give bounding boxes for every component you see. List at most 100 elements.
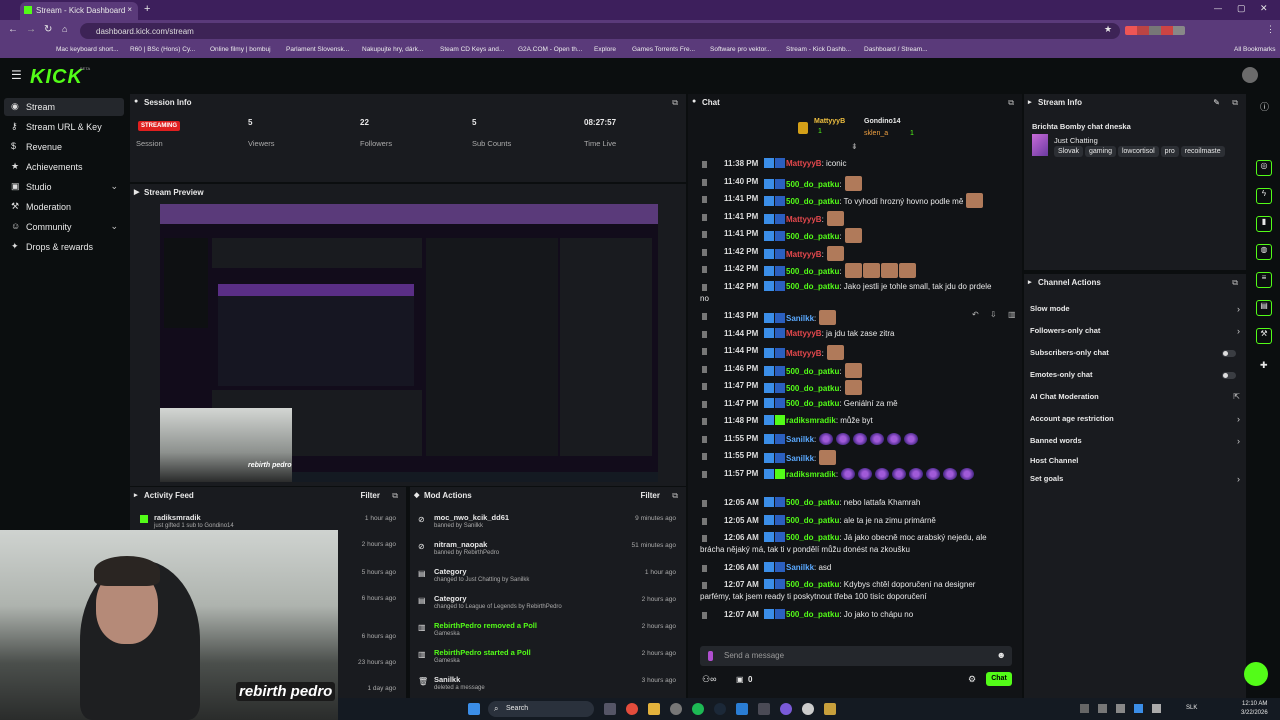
channel-action-emotes-only[interactable]: Emotes-only chat bbox=[1024, 370, 1246, 384]
sidebar-item-stream-url-key[interactable]: ⚷ Stream URL & Key bbox=[4, 118, 124, 136]
windows-start-icon[interactable] bbox=[468, 703, 480, 715]
message-menu-icon[interactable] bbox=[702, 213, 707, 221]
message-menu-icon[interactable] bbox=[702, 453, 707, 460]
message-menu-icon[interactable] bbox=[702, 266, 707, 273]
minimize-button[interactable]: — bbox=[1214, 4, 1222, 13]
bookmark-item[interactable]: Nakupujte hry, dárk... bbox=[362, 46, 423, 53]
message-menu-icon[interactable] bbox=[702, 535, 707, 542]
message-username[interactable]: 500_do_patku bbox=[786, 197, 839, 206]
add-tool-icon[interactable]: ✚ bbox=[1260, 360, 1268, 371]
chat-input[interactable]: Send a message ☻ bbox=[700, 646, 1012, 666]
message-username[interactable]: MattyyyB bbox=[786, 349, 822, 358]
delete-icon[interactable]: ▥ bbox=[1008, 310, 1016, 319]
avatar[interactable] bbox=[1242, 67, 1258, 83]
edit-icon[interactable]: ✎ bbox=[1213, 98, 1220, 107]
emoji-icon[interactable]: ☻ bbox=[997, 650, 1006, 660]
stats-tool-icon[interactable]: ▤ bbox=[1256, 300, 1272, 316]
sidebar-item-moderation[interactable]: ⚒ Moderation bbox=[4, 198, 124, 216]
explorer-icon[interactable] bbox=[648, 703, 660, 715]
sidebar-item-revenue[interactable]: $ Revenue bbox=[4, 138, 124, 156]
all-bookmarks[interactable]: All Bookmarks bbox=[1234, 46, 1276, 53]
message-menu-icon[interactable] bbox=[702, 582, 707, 589]
message-menu-icon[interactable] bbox=[702, 248, 707, 256]
sidebar-item-achievements[interactable]: ★ Achievements bbox=[4, 158, 124, 176]
channel-action-account-age[interactable]: Account age restriction › bbox=[1024, 414, 1246, 428]
message-menu-icon[interactable] bbox=[702, 435, 707, 443]
browser-tab[interactable]: Stream - Kick Dashboard × bbox=[20, 2, 138, 20]
tag[interactable]: gaming bbox=[1085, 146, 1116, 157]
message-username[interactable]: MattyyyB bbox=[786, 329, 822, 338]
chat-tool-icon[interactable]: ◍ bbox=[1256, 244, 1272, 260]
message-username[interactable]: Sanilkk bbox=[786, 454, 814, 463]
info-icon[interactable]: ⓘ bbox=[1260, 100, 1269, 113]
message-username[interactable]: 500_do_patku bbox=[786, 367, 839, 376]
message-menu-icon[interactable] bbox=[702, 500, 707, 507]
app-icon[interactable] bbox=[824, 703, 836, 715]
message-menu-icon[interactable] bbox=[702, 178, 707, 186]
chrome-icon[interactable] bbox=[626, 703, 638, 715]
message-menu-icon[interactable] bbox=[702, 611, 707, 619]
message-username[interactable]: Sanilkk bbox=[786, 435, 814, 444]
tag[interactable]: lowcortisol bbox=[1117, 146, 1159, 157]
message-menu-icon[interactable] bbox=[702, 283, 707, 291]
spotify-icon[interactable] bbox=[692, 703, 704, 715]
message-username[interactable]: 500_do_patku bbox=[786, 498, 839, 507]
app-icon[interactable] bbox=[758, 703, 770, 715]
bookmark-item[interactable]: Parlament Slovensk... bbox=[286, 46, 349, 53]
channel-action-banned-words[interactable]: Banned words › bbox=[1024, 436, 1246, 450]
kick-logo[interactable]: KICK bbox=[30, 66, 83, 89]
message-menu-icon[interactable] bbox=[702, 313, 707, 320]
bookmark-item[interactable]: Steam CD Keys and... bbox=[440, 46, 504, 53]
hamburger-menu-icon[interactable]: ☰ bbox=[11, 68, 22, 82]
chat-send-button[interactable]: Chat bbox=[986, 672, 1012, 686]
home-icon[interactable]: ⌂ bbox=[62, 24, 67, 34]
bookmark-item[interactable]: Games Torrents Fre... bbox=[632, 46, 695, 53]
tab-close-icon[interactable]: × bbox=[127, 5, 132, 14]
camera-tool-icon[interactable]: ◎ bbox=[1256, 160, 1272, 176]
message-username[interactable]: radiksmradik bbox=[786, 470, 836, 479]
new-tab-button[interactable]: + bbox=[144, 3, 150, 15]
bookmark-item[interactable]: Dashboard / Stream... bbox=[864, 46, 928, 53]
tag[interactable]: Slovak bbox=[1054, 146, 1084, 157]
maximize-button[interactable]: ▢ bbox=[1237, 3, 1246, 14]
bookmark-item[interactable]: G2A.COM - Open th... bbox=[518, 46, 582, 53]
bookmark-star-icon[interactable]: ★ bbox=[1104, 24, 1112, 35]
reply-icon[interactable]: ↶ bbox=[972, 310, 979, 319]
channel-action-subscribers-only[interactable]: Subscribers-only chat bbox=[1024, 348, 1246, 362]
bookmark-item[interactable]: Online filmy | bombuj bbox=[210, 46, 271, 53]
channel-action-slow-mode[interactable]: Slow mode › bbox=[1024, 304, 1246, 318]
store-icon[interactable] bbox=[736, 703, 748, 715]
message-username[interactable]: 500_do_patku bbox=[786, 610, 839, 619]
popout-icon[interactable]: ⧉ bbox=[672, 491, 678, 501]
popout-icon[interactable]: ⧉ bbox=[392, 491, 398, 501]
message-username[interactable]: radiksmradik bbox=[786, 416, 836, 425]
url-field[interactable]: dashboard.kick.com/stream bbox=[80, 23, 1120, 39]
popout-icon[interactable]: ⧉ bbox=[1008, 98, 1014, 108]
popout-icon[interactable]: ⧉ bbox=[1232, 278, 1238, 288]
message-username[interactable]: Sanilkk bbox=[786, 563, 814, 572]
filter-button[interactable]: Filter bbox=[640, 491, 660, 500]
message-username[interactable]: MattyyyB bbox=[786, 215, 822, 224]
message-menu-icon[interactable] bbox=[702, 365, 707, 373]
filter-button[interactable]: Filter bbox=[360, 491, 380, 500]
message-username[interactable]: 500_do_patku bbox=[786, 180, 839, 189]
bookmark-item[interactable]: Mac keyboard short... bbox=[56, 46, 119, 53]
message-menu-icon[interactable] bbox=[702, 231, 707, 238]
stream-preview-video[interactable]: rebirth pedro bbox=[160, 204, 658, 482]
support-chat-button[interactable] bbox=[1244, 662, 1268, 686]
taskbar-search[interactable]: ⌕ Search bbox=[488, 701, 594, 717]
obs-icon[interactable] bbox=[802, 703, 814, 715]
message-menu-icon[interactable] bbox=[702, 348, 707, 355]
message-menu-icon[interactable] bbox=[702, 161, 707, 168]
tag[interactable]: pro bbox=[1160, 146, 1179, 157]
channel-action-host-channel[interactable]: Host Channel bbox=[1024, 456, 1246, 470]
wrench-tool-icon[interactable]: ⚒ bbox=[1256, 328, 1272, 344]
message-menu-icon[interactable] bbox=[702, 517, 707, 525]
channel-action-ai-moderation[interactable]: AI Chat Moderation ⇱ bbox=[1024, 392, 1246, 406]
taskview-icon[interactable] bbox=[604, 703, 616, 715]
message-menu-icon[interactable] bbox=[702, 330, 707, 338]
subscribers-only-toggle[interactable] bbox=[1222, 350, 1236, 357]
message-username[interactable]: 500_do_patku bbox=[786, 399, 839, 408]
discord-icon[interactable] bbox=[780, 703, 792, 715]
channel-action-set-goals[interactable]: Set goals › bbox=[1024, 474, 1246, 488]
